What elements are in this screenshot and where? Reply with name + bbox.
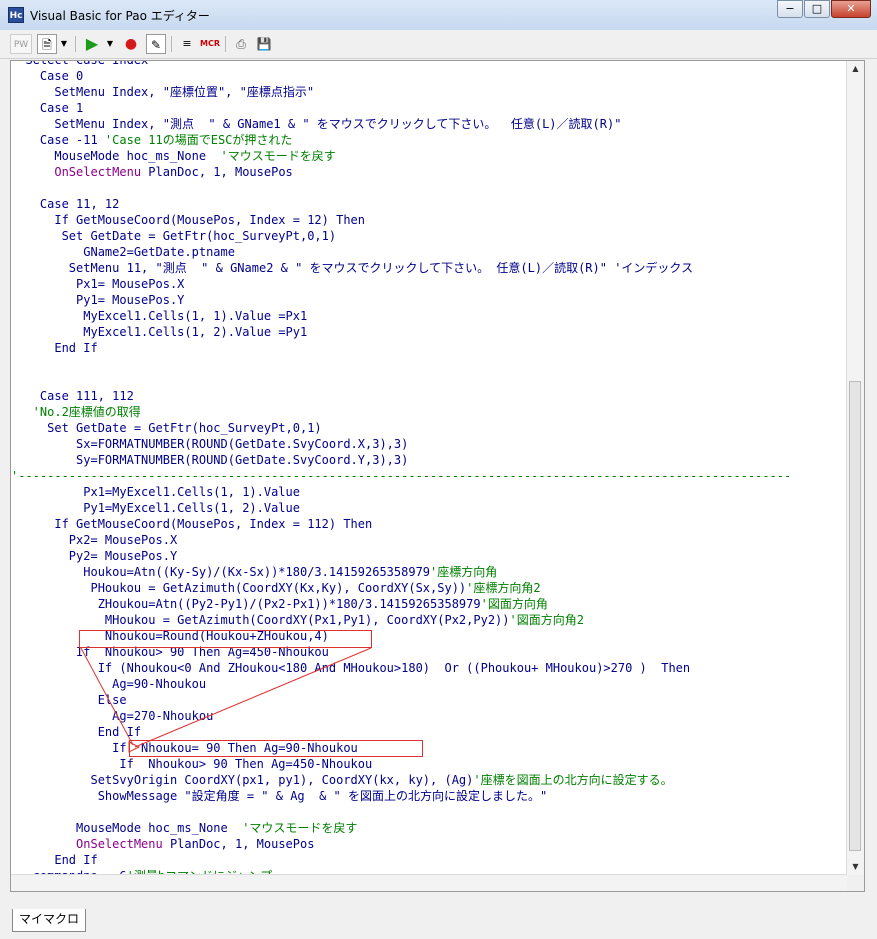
horizontal-scrollbar[interactable]: [11, 874, 847, 891]
toolbar-separator: [171, 36, 172, 52]
pw-button[interactable]: PW: [10, 34, 32, 54]
vertical-scrollbar[interactable]: ▲ ▼: [846, 61, 864, 875]
run-icon[interactable]: ▶: [82, 34, 102, 54]
scroll-corner: [847, 875, 864, 891]
scroll-down-icon[interactable]: ▼: [848, 859, 863, 875]
close-button[interactable]: ✕: [831, 0, 871, 18]
dropdown-icon[interactable]: ▼: [104, 34, 116, 54]
new-document-icon[interactable]: 🗎: [37, 34, 57, 54]
window-title: Visual Basic for Pao エディター: [30, 9, 210, 23]
code-editor[interactable]: Select Case Index Case 0 SetMenu Index, …: [10, 60, 865, 892]
toolbar: PW 🗎 ▼ ▶ ▼ ● ✎ ≡ MCR ⎙ 💾: [0, 30, 877, 59]
macro-list-icon[interactable]: MCR: [200, 34, 220, 54]
toolbar-separator: [75, 36, 76, 52]
record-icon[interactable]: ●: [121, 34, 141, 54]
app-icon: Hc: [8, 7, 24, 23]
scroll-up-icon[interactable]: ▲: [848, 61, 863, 77]
save-icon[interactable]: 💾: [254, 34, 274, 54]
window-controls: − □ ✕: [776, 0, 871, 18]
bottom-tab-strip: マイマクロ: [0, 905, 877, 939]
edit-macro-icon[interactable]: ✎: [146, 34, 166, 54]
minimize-button[interactable]: −: [777, 0, 803, 18]
dropdown-icon[interactable]: ▼: [58, 34, 70, 54]
toolbar-separator: [225, 36, 226, 52]
title-bar: Hc Visual Basic for Pao エディター − □ ✕: [0, 0, 877, 31]
maximize-button[interactable]: □: [804, 0, 830, 18]
step-icon[interactable]: ≡: [177, 34, 197, 54]
tab-my-macro[interactable]: マイマクロ: [12, 909, 87, 932]
print-icon[interactable]: ⎙: [231, 34, 251, 54]
annotation-arrow: [80, 647, 372, 753]
scroll-thumb[interactable]: [849, 381, 861, 851]
